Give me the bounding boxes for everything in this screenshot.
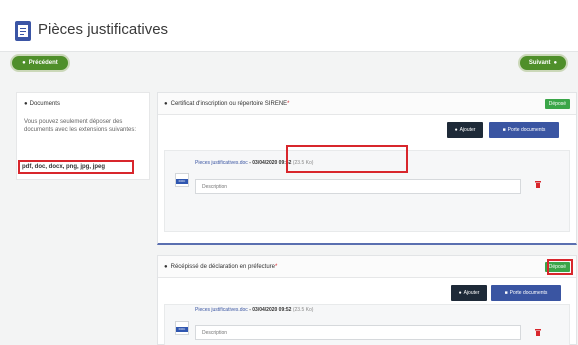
- add-button[interactable]: ● Ajouter: [447, 122, 483, 138]
- document-holder-label: Porte documents: [509, 290, 548, 296]
- allowed-extensions-text: Vous pouvez seulement déposer des docume…: [24, 119, 137, 133]
- document-card-prefecture: ● Récépissé de déclaration en préfecture…: [157, 255, 577, 345]
- file-date: - 03/04/2020 09:52: [247, 307, 292, 313]
- file-name: Pieces justificatives.doc: [195, 160, 248, 166]
- next-button-label: Suivant: [528, 60, 551, 66]
- required-mark: *: [275, 263, 278, 270]
- document-icon: [15, 21, 31, 41]
- uploaded-file-row: Pieces justificatives.doc - 03/04/2020 0…: [164, 304, 570, 345]
- chevron-left-icon: ●: [22, 60, 26, 66]
- file-date: - 03/04/2020 09:52: [247, 160, 292, 166]
- description-input[interactable]: [195, 325, 521, 340]
- status-badge: Déposé: [544, 99, 570, 109]
- description-input[interactable]: [195, 179, 521, 194]
- previous-button-label: Précédent: [28, 60, 58, 66]
- doc-file-icon: DOC: [175, 321, 189, 335]
- page-title: Pièces justificatives: [38, 21, 169, 38]
- folder-icon: ■: [504, 290, 508, 296]
- next-button[interactable]: Suivant ●: [518, 54, 568, 72]
- previous-button[interactable]: ● Précédent: [10, 54, 70, 72]
- doc-file-icon: DOC: [175, 173, 189, 187]
- documents-title: Documents: [29, 101, 60, 107]
- file-link[interactable]: Pieces justificatives.doc - 03/04/2020 0…: [195, 307, 313, 313]
- plus-icon: ●: [454, 127, 458, 133]
- file-size: (23.5 Ko): [291, 307, 314, 313]
- plus-icon: ●: [458, 290, 462, 296]
- folder-icon: ■: [502, 127, 506, 133]
- allowed-extensions-list: pdf, doc, docx, png, jpg, jpeg: [18, 160, 134, 174]
- add-button-label: Ajouter: [459, 127, 476, 133]
- document-holder-label: Porte documents: [507, 127, 546, 133]
- info-icon: ●: [164, 263, 168, 270]
- trash-icon[interactable]: [535, 329, 541, 336]
- document-card-title: Récépissé de déclaration en préfecture: [170, 263, 276, 270]
- info-icon: ●: [24, 101, 28, 107]
- document-holder-button[interactable]: ■ Porte documents: [489, 122, 559, 138]
- highlight-buttons: [286, 145, 408, 173]
- page-header: Pièces justificatives: [0, 0, 578, 52]
- highlight-badge: [547, 259, 573, 275]
- chevron-right-icon: ●: [553, 60, 558, 66]
- trash-icon[interactable]: [535, 181, 541, 188]
- add-button-label: Ajouter: [463, 290, 480, 296]
- document-holder-button[interactable]: ■ Porte documents: [491, 285, 561, 301]
- document-card-title: Certificat d'inscription ou répertoire S…: [170, 100, 288, 107]
- add-button[interactable]: ● Ajouter: [451, 285, 487, 301]
- file-name: Pieces justificatives.doc: [195, 307, 248, 313]
- info-icon: ●: [164, 100, 168, 107]
- required-mark: *: [287, 100, 290, 107]
